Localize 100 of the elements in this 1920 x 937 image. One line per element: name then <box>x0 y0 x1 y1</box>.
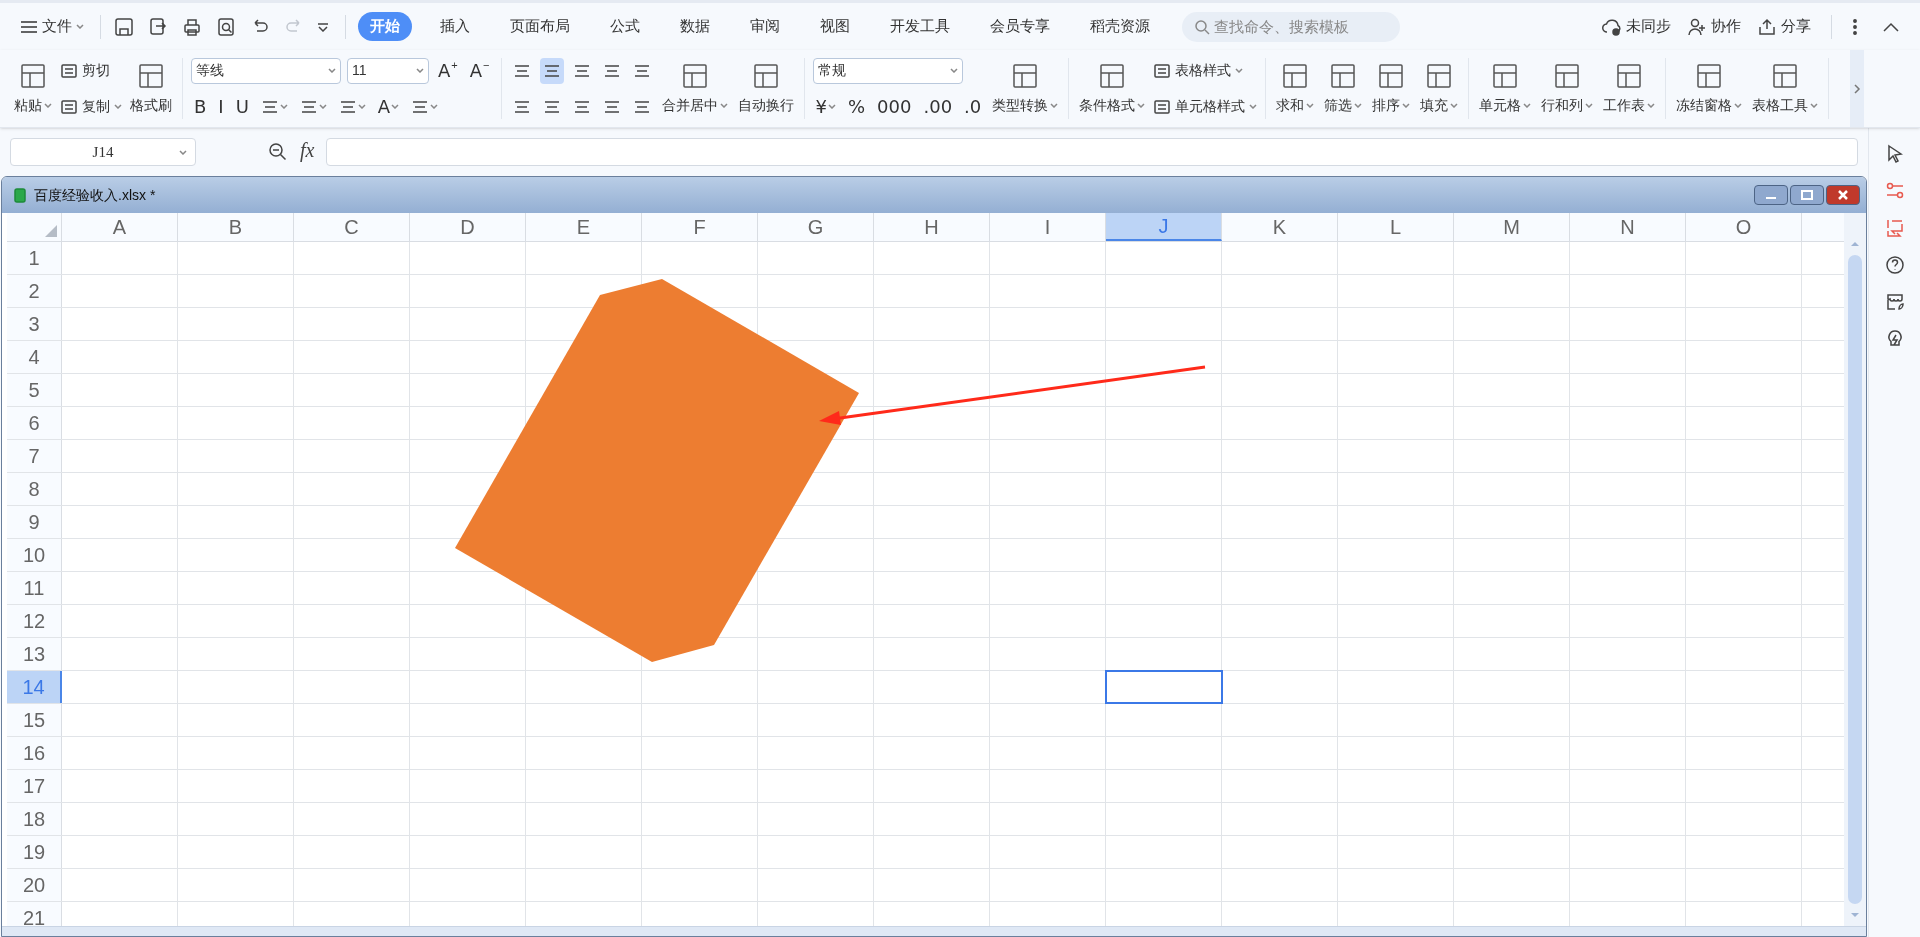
ribbon-button[interactable]: 表格样式 <box>1153 60 1244 81</box>
ribbon-tab[interactable]: 页面布局 <box>498 12 582 41</box>
caret-icon[interactable] <box>1810 103 1819 108</box>
ribbon-tab[interactable]: 稻壳资源 <box>1078 12 1162 41</box>
toolbar-icon[interactable] <box>60 97 78 116</box>
row-header[interactable]: 10 <box>7 539 62 571</box>
ribbon-button[interactable]: 填充 <box>1418 53 1461 124</box>
vertical-scrollbar-thumb[interactable] <box>1848 255 1862 904</box>
ribbon-button[interactable]: 冻结窗格 <box>1674 53 1745 124</box>
print-icon[interactable] <box>182 16 202 37</box>
row-header[interactable]: 6 <box>7 407 62 439</box>
ribbon-button[interactable]: 类型转换 <box>990 53 1061 124</box>
caret-icon[interactable] <box>416 68 424 73</box>
ribbon-button[interactable]: 单元格 <box>1477 53 1534 124</box>
ribbon-tab[interactable]: 数据 <box>668 12 722 41</box>
caret-icon[interactable] <box>1523 103 1532 108</box>
dropdown-field[interactable]: 常规 <box>812 57 963 84</box>
row-header[interactable]: 9 <box>7 506 62 538</box>
caret-icon[interactable] <box>44 103 52 108</box>
menu-icon[interactable] <box>20 19 38 34</box>
caret-icon[interactable] <box>1647 103 1656 108</box>
column-header[interactable]: C <box>294 213 410 241</box>
caret-icon[interactable] <box>1585 103 1594 108</box>
caret-icon[interactable] <box>1450 103 1459 108</box>
caret-icon[interactable] <box>719 103 728 108</box>
column-header[interactable]: K <box>1222 213 1338 241</box>
ribbon-tab[interactable]: 视图 <box>808 12 862 41</box>
toolbar-icon[interactable] <box>136 61 166 91</box>
file-menu-button[interactable]: 文件 <box>12 10 92 43</box>
ribbon-button[interactable]: 自动换行 <box>735 53 796 124</box>
toolbar-icon[interactable] <box>1153 61 1172 80</box>
row-header[interactable]: 19 <box>7 836 62 868</box>
minimize-button[interactable] <box>1754 185 1788 205</box>
customize-icon[interactable] <box>317 21 329 32</box>
person-add-icon[interactable] <box>1687 16 1707 37</box>
caret-icon[interactable] <box>279 104 288 109</box>
collapse-icon[interactable] <box>1882 20 1900 33</box>
column-header[interactable]: B <box>178 213 294 241</box>
toolbar-button[interactable]: 分享 <box>1757 15 1811 38</box>
toolbar-icon[interactable] <box>60 61 78 80</box>
column-header[interactable]: D <box>410 213 526 241</box>
maximize-button[interactable] <box>1790 185 1824 205</box>
caret-icon[interactable] <box>114 104 122 109</box>
caret-icon[interactable] <box>1249 104 1258 109</box>
format-button[interactable]: .00 <box>920 93 956 120</box>
caret-icon[interactable] <box>318 104 327 109</box>
row-header[interactable]: 20 <box>7 869 62 901</box>
ribbon-button[interactable]: 格式刷 <box>128 53 174 124</box>
sliders-icon[interactable] <box>1884 181 1905 201</box>
format-button[interactable]: A <box>374 93 403 120</box>
ribbon-button[interactable]: 剪切 <box>60 60 110 81</box>
format-button[interactable]: .0 <box>961 93 985 120</box>
toolbar-icon[interactable] <box>18 61 48 91</box>
row-header[interactable]: 1 <box>7 242 62 274</box>
toolbar-button[interactable]: 协作 <box>1687 15 1741 38</box>
caret-icon[interactable] <box>1306 103 1315 108</box>
column-header[interactable]: F <box>642 213 758 241</box>
row-header[interactable]: 11 <box>7 572 62 604</box>
row-header[interactable]: 13 <box>7 638 62 670</box>
caret-icon[interactable] <box>328 68 336 73</box>
caret-icon[interactable] <box>430 104 439 109</box>
caret-icon[interactable] <box>1402 103 1411 108</box>
dropdown-field[interactable]: 11 <box>347 57 429 84</box>
store-icon[interactable] <box>1884 292 1905 312</box>
row-header[interactable]: 17 <box>7 770 62 802</box>
ribbon-button[interactable]: 粘贴 <box>12 53 54 124</box>
ribbon-button[interactable]: 排序 <box>1370 53 1413 124</box>
dropdown-field[interactable]: 等线 <box>191 57 341 84</box>
ribbon-button[interactable]: 筛选 <box>1322 53 1365 124</box>
row-header[interactable]: 21 <box>7 902 62 926</box>
ribbon-tab[interactable]: 审阅 <box>738 12 792 41</box>
format-button[interactable]: A+ <box>435 57 461 84</box>
caret-icon[interactable] <box>76 24 84 29</box>
caret-icon[interactable] <box>391 104 400 109</box>
name-box[interactable]: J14 <box>10 138 196 166</box>
column-header[interactable]: G <box>758 213 874 241</box>
row-header[interactable]: 3 <box>7 308 62 340</box>
print-preview-icon[interactable] <box>216 16 236 37</box>
format-button[interactable]: U <box>232 93 252 120</box>
help-icon[interactable] <box>1884 255 1905 275</box>
spreadsheet-file-icon[interactable] <box>14 187 26 203</box>
swap-icon[interactable] <box>1884 218 1905 238</box>
row-header[interactable]: 8 <box>7 473 62 505</box>
formula-input[interactable] <box>326 138 1858 166</box>
toolbar-icon[interactable] <box>1153 97 1172 116</box>
format-button[interactable]: % <box>845 93 869 120</box>
ribbon-tab[interactable]: 插入 <box>428 12 482 41</box>
caret-icon[interactable] <box>1050 103 1059 108</box>
caret-icon[interactable] <box>179 149 187 155</box>
ribbon-tab[interactable]: 开发工具 <box>878 12 962 41</box>
format-button[interactable]: A− <box>466 57 493 84</box>
caret-icon[interactable] <box>1235 68 1244 73</box>
more-icon[interactable] <box>1852 17 1858 36</box>
caret-icon[interactable] <box>1137 103 1146 108</box>
ribbon-button[interactable]: 工作表 <box>1601 53 1658 124</box>
search-field[interactable]: 查找命令、搜索模板 <box>1182 11 1400 42</box>
format-button[interactable]: 000 <box>874 93 915 120</box>
scroll-right-icon[interactable] <box>1853 82 1861 95</box>
ribbon-button[interactable]: 单元格样式 <box>1153 96 1258 117</box>
row-header[interactable]: 2 <box>7 275 62 307</box>
